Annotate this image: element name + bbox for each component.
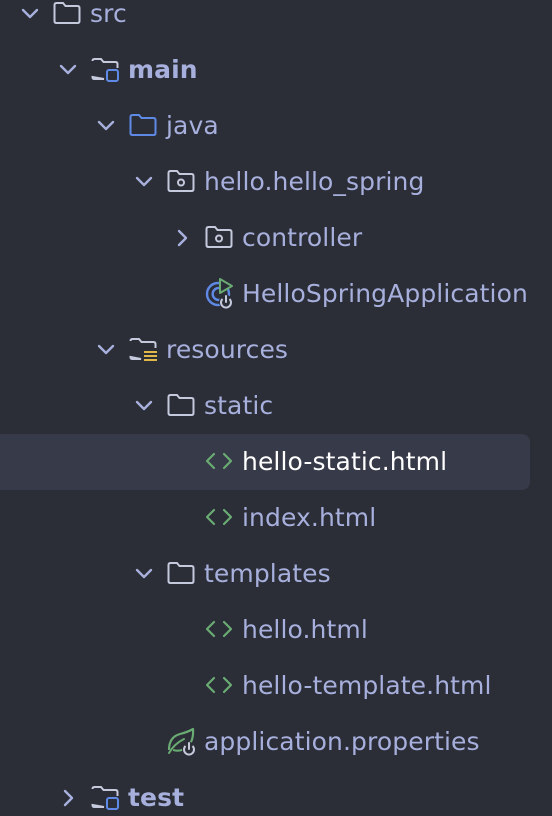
spring-boot-application-icon [205, 278, 233, 309]
tree-row-hello-html[interactable]: hello.html [0, 602, 552, 658]
chevron-down-icon[interactable] [132, 562, 156, 586]
tree-label-app-class: HelloSpringApplication [242, 279, 528, 308]
html-file-icon [205, 508, 233, 526]
tree-label-index: index.html [242, 503, 377, 532]
tree-row-hello-template[interactable]: hello-template.html [0, 658, 552, 714]
spring-properties-icon [167, 727, 196, 756]
resources-folder-icon [129, 338, 157, 361]
html-file-icon [205, 452, 233, 470]
tree-row-index[interactable]: index.html [0, 490, 552, 546]
tree-row-src[interactable]: src [0, 0, 552, 42]
tree-row-hello-static[interactable]: hello-static.html [0, 434, 552, 490]
tree-row-app-props[interactable]: application.properties [0, 714, 552, 770]
tree-row-controller[interactable]: controller [0, 210, 552, 266]
tree-label-controller: controller [242, 223, 363, 252]
tree-label-static: static [204, 391, 274, 420]
tree-label-templates: templates [204, 559, 331, 588]
source-root-folder-icon [91, 58, 119, 82]
tree-label-resources: resources [166, 335, 289, 364]
chevron-down-icon[interactable] [18, 2, 42, 26]
folder-icon [167, 394, 195, 416]
folder-icon [53, 2, 81, 24]
chevron-down-icon[interactable] [56, 58, 80, 82]
chevron-right-icon[interactable] [56, 786, 80, 810]
html-file-icon [205, 620, 233, 638]
chevron-down-icon[interactable] [132, 170, 156, 194]
tree-row-java[interactable]: java [0, 98, 552, 154]
package-icon [167, 170, 195, 192]
tree-row-resources[interactable]: resources [0, 322, 552, 378]
tree-label-test: test [128, 783, 185, 812]
tree-label-java: java [166, 111, 219, 140]
tree-row-static[interactable]: static [0, 378, 552, 434]
tree-label-hello-template: hello-template.html [242, 671, 492, 700]
package-icon [205, 226, 233, 248]
html-file-icon [205, 676, 233, 694]
tree-label-package: hello.hello_spring [204, 167, 425, 196]
chevron-down-icon[interactable] [94, 338, 118, 362]
source-root-folder-icon [91, 786, 119, 810]
chevron-down-icon[interactable] [94, 114, 118, 138]
chevron-right-icon[interactable] [170, 226, 194, 250]
tree-label-hello-static: hello-static.html [242, 447, 448, 476]
tree-row-package[interactable]: hello.hello_spring [0, 154, 552, 210]
tree-row-test[interactable]: test [0, 770, 552, 816]
project-tree: src main java hello.hello_spring control… [0, 0, 552, 816]
tree-row-app-class[interactable]: HelloSpringApplication [0, 266, 552, 322]
folder-icon [167, 562, 195, 584]
tree-label-src: src [90, 0, 127, 28]
tree-row-templates[interactable]: templates [0, 546, 552, 602]
source-root-folder-icon [129, 114, 157, 136]
tree-row-main[interactable]: main [0, 42, 552, 98]
chevron-down-icon[interactable] [132, 394, 156, 418]
tree-label-hello-html: hello.html [242, 615, 368, 644]
tree-label-main: main [128, 55, 198, 84]
tree-label-app-props: application.properties [204, 727, 480, 756]
